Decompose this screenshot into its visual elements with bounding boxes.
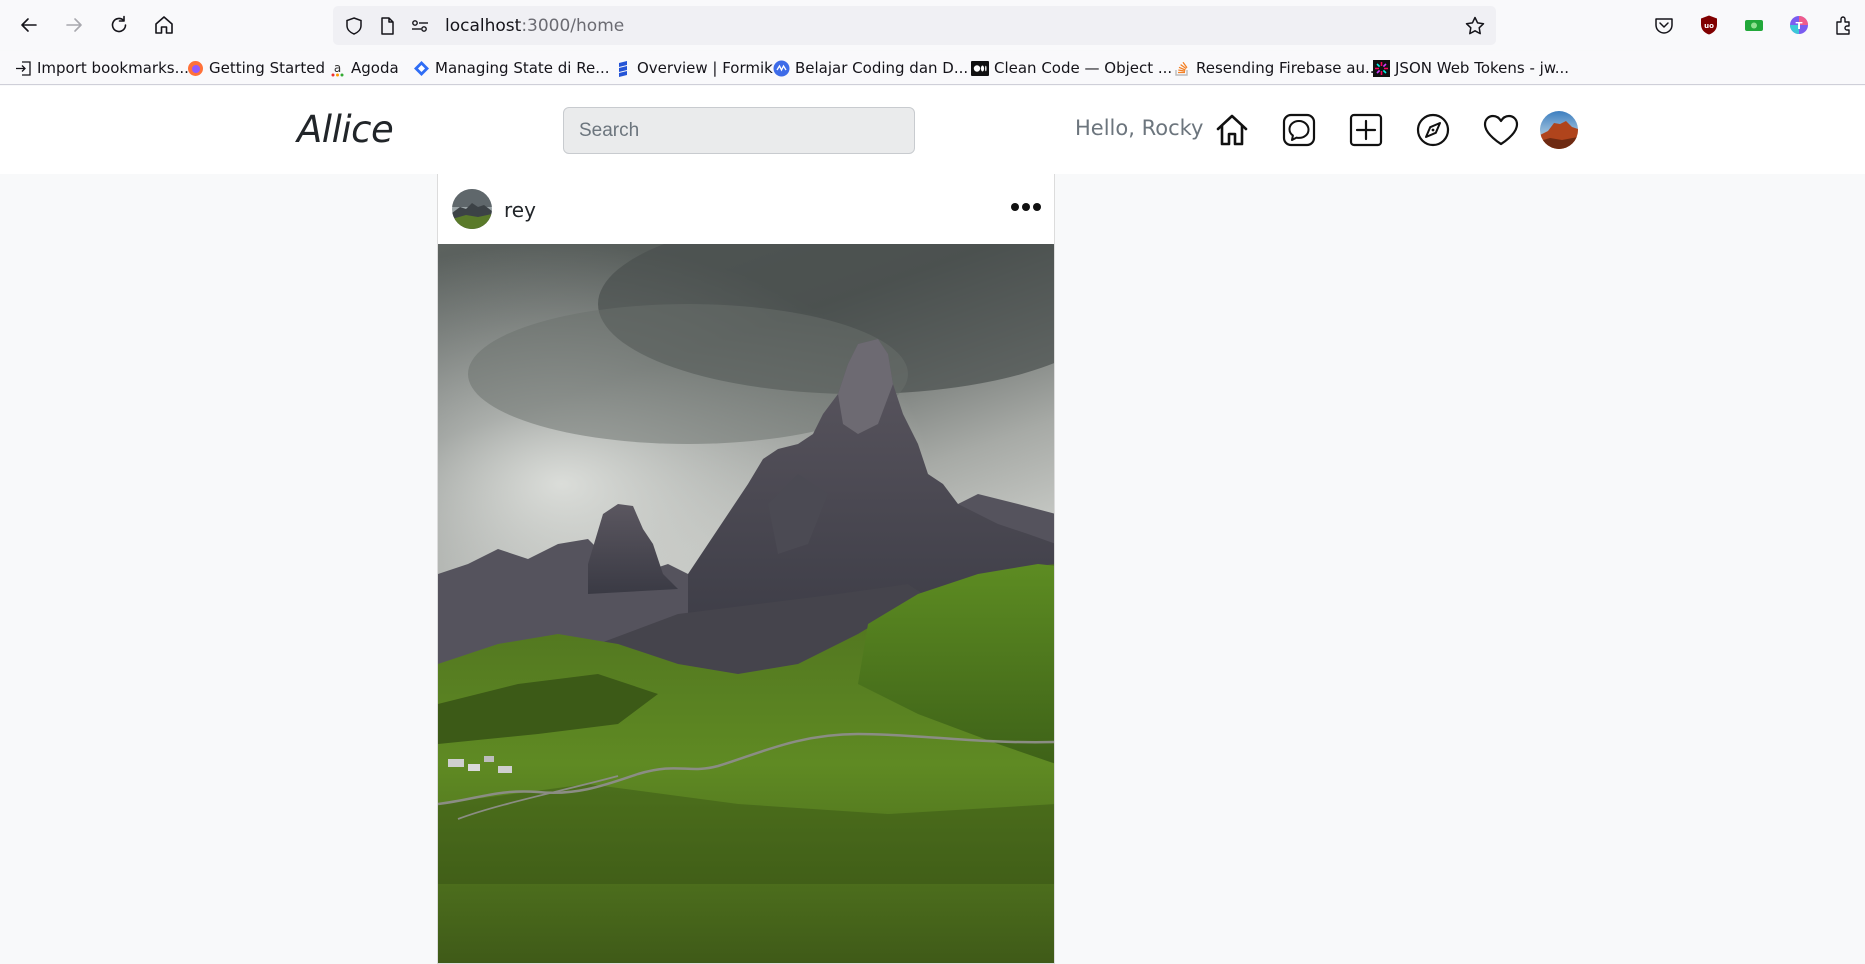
import-icon [14,59,32,77]
dicoding-icon [772,59,790,77]
back-icon[interactable] [16,12,42,38]
explore-icon[interactable] [1413,110,1453,150]
translate-extension-icon[interactable]: T [1787,13,1811,37]
messages-icon[interactable] [1279,110,1319,150]
agoda-icon: a [328,59,346,77]
bookmarks-bar: Import bookmarks... Getting Started a Ag… [0,51,1865,85]
post-author-avatar[interactable] [452,189,492,229]
svg-text:T: T [1796,21,1803,32]
bookmark-getting-started[interactable]: Getting Started [186,57,325,79]
pocket-icon[interactable] [1652,13,1676,37]
browser-toolbar: localhost:3000/home uo T [0,0,1865,50]
forward-icon[interactable] [61,12,87,38]
app-navbar: Allice Hello, Rocky [0,86,1865,174]
url-text[interactable]: localhost:3000/home [445,16,624,36]
bookmark-label: Overview | Formik [637,59,773,77]
bookmark-import[interactable]: Import bookmarks... [14,57,189,79]
diamond-blue-icon [412,59,430,77]
bookmark-resending-firebase[interactable]: Resending Firebase au... [1173,57,1379,79]
bookmark-label: Agoda [351,59,399,77]
bookmark-label: Belajar Coding dan D... [795,59,969,77]
svg-text:uo: uo [1704,22,1714,30]
ublock-icon[interactable]: uo [1697,13,1721,37]
brand-logo[interactable]: Allice [297,108,394,151]
bookmark-label: Managing State di Re... [435,59,610,77]
bookmark-label: JSON Web Tokens - jw... [1395,59,1570,77]
bookmark-label: Resending Firebase au... [1196,59,1380,77]
more-options-icon[interactable] [1008,196,1044,218]
extensions-icon[interactable] [1832,13,1856,37]
profile-avatar[interactable] [1540,111,1578,149]
search-input[interactable] [563,107,915,154]
bookmark-jwt[interactable]: JSON Web Tokens - jw... [1372,57,1569,79]
money-extension-icon[interactable] [1742,13,1766,37]
bookmark-label: Getting Started [209,59,325,77]
permissions-icon[interactable] [409,15,431,37]
bookmark-clean-code[interactable]: Clean Code — Object ... [971,57,1172,79]
bookmark-formik[interactable]: Overview | Formik [614,57,773,79]
formik-icon [614,59,632,77]
bookmark-label: Import bookmarks... [37,59,189,77]
firefox-icon [186,59,204,77]
page-icon[interactable] [376,15,398,37]
url-path: :3000/home [521,16,625,36]
bookmark-managing-state[interactable]: Managing State di Re... [412,57,610,79]
shield-icon[interactable] [343,15,365,37]
bookmark-belajar-coding[interactable]: Belajar Coding dan D... [772,57,968,79]
reload-icon[interactable] [106,12,132,38]
bookmark-agoda[interactable]: a Agoda [328,57,399,79]
jwt-icon [1372,59,1390,77]
bookmark-star-icon[interactable] [1464,15,1486,37]
post-card: rey [437,174,1055,964]
home-browser-icon[interactable] [151,12,177,38]
home-icon[interactable] [1212,110,1252,150]
bookmark-label: Clean Code — Object ... [994,59,1173,77]
url-host: localhost [445,16,522,36]
post-username[interactable]: rey [504,198,536,222]
post-header: rey [438,174,1054,244]
svg-text:a: a [333,61,340,75]
create-post-icon[interactable] [1346,110,1386,150]
likes-icon[interactable] [1481,110,1521,150]
greeting-text: Hello, Rocky [1075,116,1204,140]
url-bar[interactable]: localhost:3000/home [333,6,1496,45]
medium-icon [971,59,989,77]
stackoverflow-icon [1173,59,1191,77]
post-image[interactable] [438,214,1054,963]
